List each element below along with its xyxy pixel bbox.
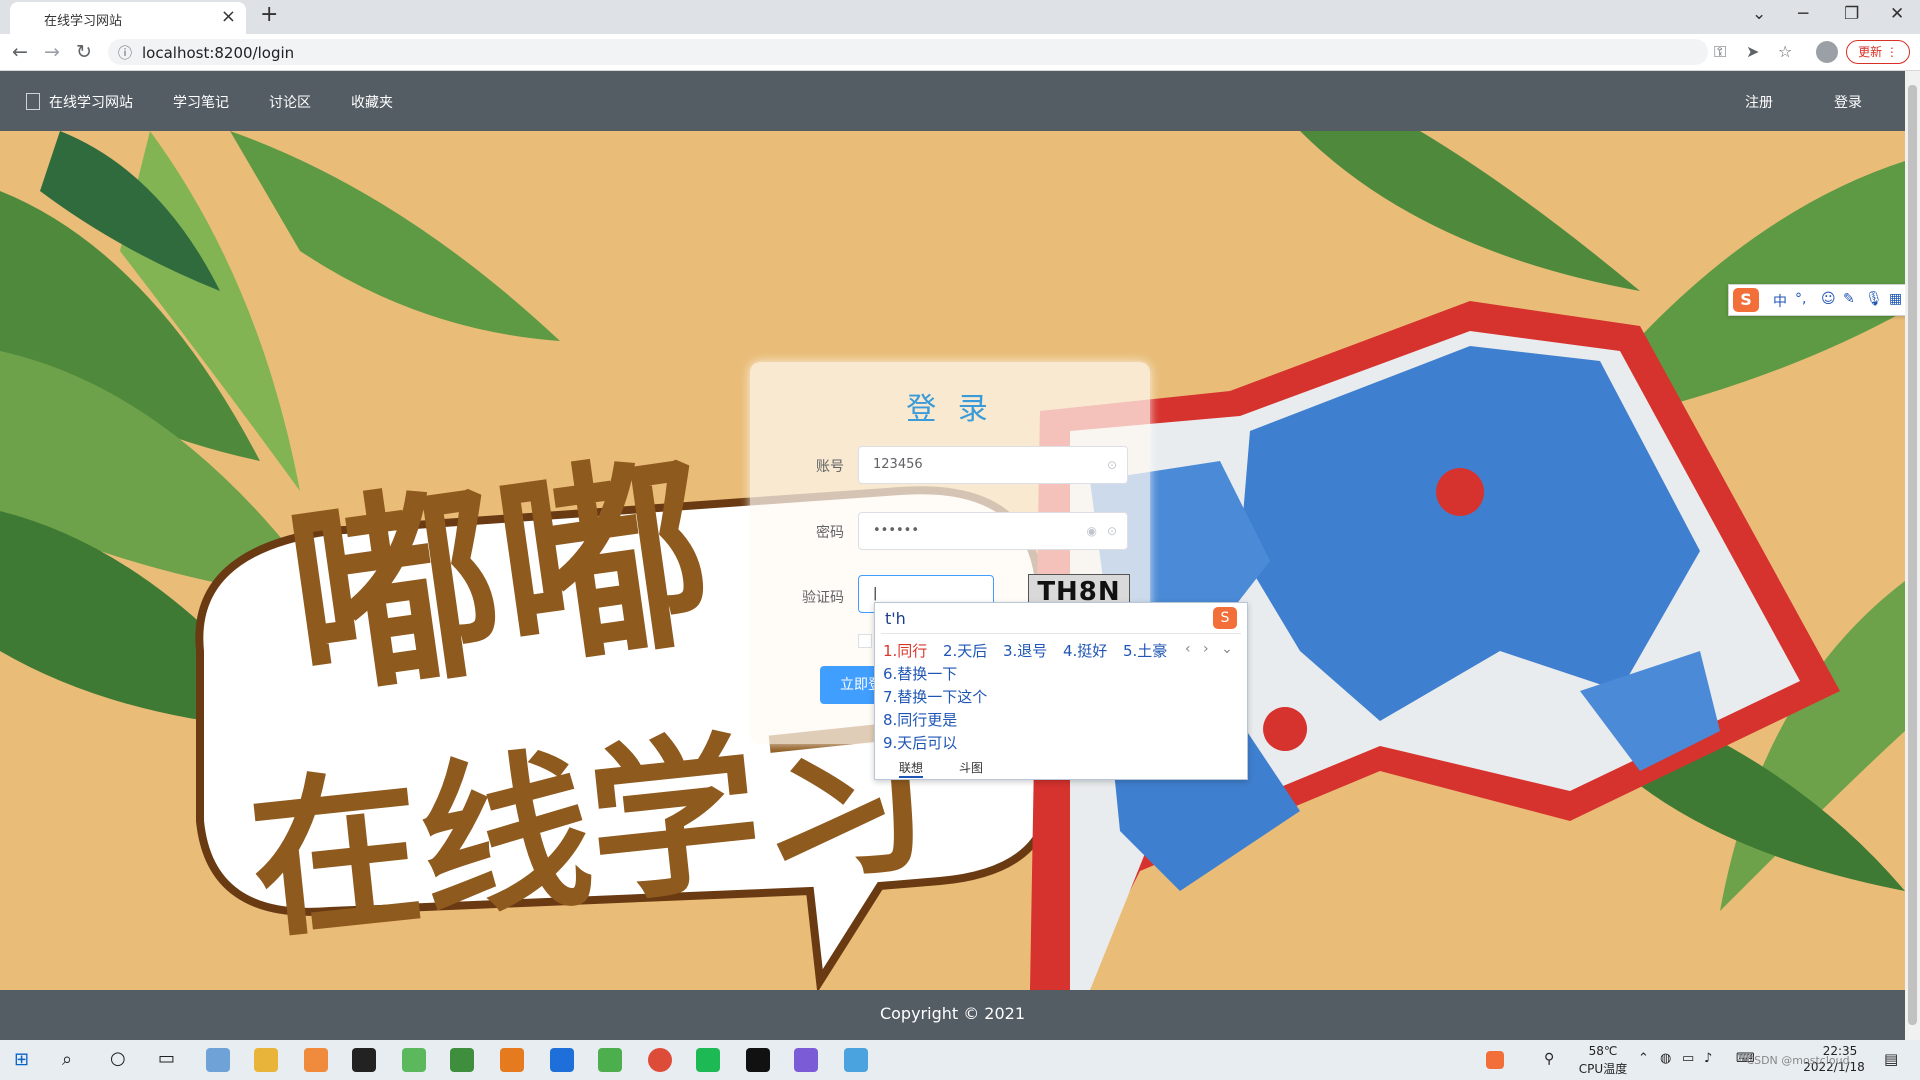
task-view-icon[interactable]: ▭ [158,1048,175,1069]
volume-icon[interactable]: ♪ [1704,1051,1712,1066]
emoji-icon[interactable]: ☺ [1821,291,1836,307]
ime-candidate[interactable]: 3.退号 [1003,640,1047,661]
ime-candidate[interactable]: 6.替换一下 [883,663,957,684]
browser-tab[interactable]: 在线学习网站 × [10,2,246,34]
taskbar-app-icon[interactable] [550,1048,574,1072]
hbuilder-icon[interactable] [696,1048,720,1072]
terminal-icon[interactable] [746,1048,770,1072]
taskbar-app-icon[interactable] [304,1048,328,1072]
taskbar-app-icon[interactable] [844,1048,868,1072]
sogou-logo-icon: S [1213,607,1237,629]
ime-candidate[interactable]: 8.同行更是 [883,709,957,730]
nav-discussion[interactable]: 讨论区 [269,92,311,112]
new-tab-button[interactable]: + [260,2,278,27]
grid-icon[interactable]: ▦ [1889,291,1902,307]
windows-taskbar: ⊞ ⌕ ○ ▭ ⚲ 58℃ CPU温度 ⌃ ◍ ▭ ♪ ⌨ 22:35 2022… [0,1040,1920,1080]
site-header: 在线学习网站 学习笔记 讨论区 收藏夹 注册 登录 [0,71,1905,131]
login-link[interactable]: 登录 [1834,92,1862,112]
scroll-thumb[interactable] [1908,85,1917,1025]
send-icon[interactable]: ➤ [1746,42,1759,61]
forward-icon[interactable]: → [44,41,60,63]
nav-brand[interactable]: 在线学习网站 [49,92,133,112]
sogou-s-icon[interactable]: S [1733,288,1759,312]
ime-punct-toggle[interactable]: °, [1795,291,1806,307]
ime-candidate[interactable]: 7.替换一下这个 [883,686,987,707]
register-link[interactable]: 注册 [1745,92,1773,112]
page-scrollbar[interactable] [1905,71,1920,1040]
restore-icon[interactable]: ❐ [1844,4,1859,24]
nav-favorites[interactable]: 收藏夹 [351,92,393,112]
check-circle-icon: ⊙ [1106,524,1117,538]
back-icon[interactable]: ← [12,41,28,63]
ime-candidate[interactable]: 9.天后可以 [883,732,957,753]
site-logo-icon [26,93,40,110]
reload-icon[interactable]: ↻ [76,41,92,63]
pen-icon[interactable]: ✎ [1843,291,1855,307]
ime-candidate-popup: t'h S 1.同行 2.天后 3.退号 4.挺好 5.土豪 ‹ › ⌄ 6.替… [874,602,1248,780]
chrome-icon[interactable] [648,1048,672,1072]
account-value: 123456 [873,457,923,472]
ime-candidate[interactable]: 4.挺好 [1063,640,1107,661]
password-input[interactable]: •••••• ◉ ⊙ [858,512,1128,550]
obs-icon[interactable] [352,1048,376,1072]
taskbar-app-icon[interactable] [206,1048,230,1072]
file-explorer-icon[interactable] [254,1048,278,1072]
bookmark-star-icon[interactable]: ☆ [1778,42,1792,61]
update-button[interactable]: 更新 ⋮ [1846,40,1910,64]
taskbar-app-icon[interactable] [402,1048,426,1072]
browser-tabbar: 在线学习网站 × + ⌄ ─ ❐ ✕ [0,0,1920,34]
update-label: 更新 [1858,45,1883,59]
taskbar-app-icon[interactable] [450,1048,474,1072]
cpu-temp-label: CPU温度 [1578,1062,1628,1076]
account-input[interactable]: 123456 ⊙ [858,446,1128,484]
profile-avatar[interactable] [1816,41,1838,63]
captcha-label: 验证码 [802,590,844,606]
check-circle-icon: ⊙ [1106,458,1117,472]
url-text: localhost:8200/login [142,44,295,62]
ime-candidate[interactable]: 1.同行 [883,640,927,661]
ime-candidate[interactable]: 2.天后 [943,640,987,661]
password-label: 密码 [816,525,844,541]
cortana-icon[interactable]: ○ [110,1048,126,1069]
password-value: •••••• [873,523,920,538]
remember-checkbox[interactable] [858,634,872,648]
minimize-icon[interactable]: ─ [1798,4,1808,24]
tab-title: 在线学习网站 [44,14,123,29]
qq-icon[interactable]: ◍ [1660,1051,1671,1066]
csdn-watermark: CSDN @mostcloud [1746,1054,1850,1067]
ime-candidate[interactable]: 5.土豪 [1123,640,1167,661]
ime-page-arrows-icon[interactable]: ‹ › ⌄ [1185,641,1237,657]
cpu-temp-value: 58℃ [1588,1044,1618,1058]
key-icon[interactable]: ⚿ [1714,42,1726,62]
site-footer: Copyright © 2021 [0,990,1905,1040]
nav-notes[interactable]: 学习笔记 [173,92,229,112]
window-close-icon[interactable]: ✕ [1890,4,1904,24]
windows-start-icon[interactable]: ⊞ [14,1049,29,1070]
search-icon[interactable]: ⌕ [62,1049,72,1070]
taskbar-app-icon[interactable] [500,1048,524,1072]
sogou-tray-icon[interactable] [1486,1051,1504,1069]
account-label: 账号 [816,459,844,475]
login-title: 登 录 [906,392,994,427]
ime-toolbar: S 中 °, ☺ ✎ 🎙 ▦ [1728,284,1920,316]
ime-divider [881,633,1241,634]
url-field[interactable]: ⓘ localhost:8200/login [108,39,1708,65]
ime-tab-sticker[interactable]: 斗图 [959,759,983,776]
taskbar-app-icon[interactable] [794,1048,818,1072]
info-icon[interactable]: ⓘ [118,43,132,63]
microphone-icon[interactable]: 🎙 [1865,291,1883,307]
notification-icon[interactable]: ▤ [1884,1050,1898,1068]
people-icon[interactable]: ⚲ [1544,1051,1554,1067]
ime-composition: t'h [885,609,906,628]
chevron-up-icon[interactable]: ⌃ [1638,1051,1649,1066]
address-bar: ← → ↻ ⓘ localhost:8200/login ⚿ ➤ ☆ 更新 ⋮ [0,34,1920,71]
tab-search-icon[interactable]: ⌄ [1752,4,1766,24]
eye-icon[interactable]: ◉ [1087,513,1097,549]
close-icon[interactable]: × [221,6,236,27]
taskbar-app-icon[interactable] [598,1048,622,1072]
network-icon[interactable]: ▭ [1682,1051,1694,1066]
ime-lang-toggle[interactable]: 中 [1773,291,1787,311]
ime-tab-association[interactable]: 联想 [899,759,924,778]
